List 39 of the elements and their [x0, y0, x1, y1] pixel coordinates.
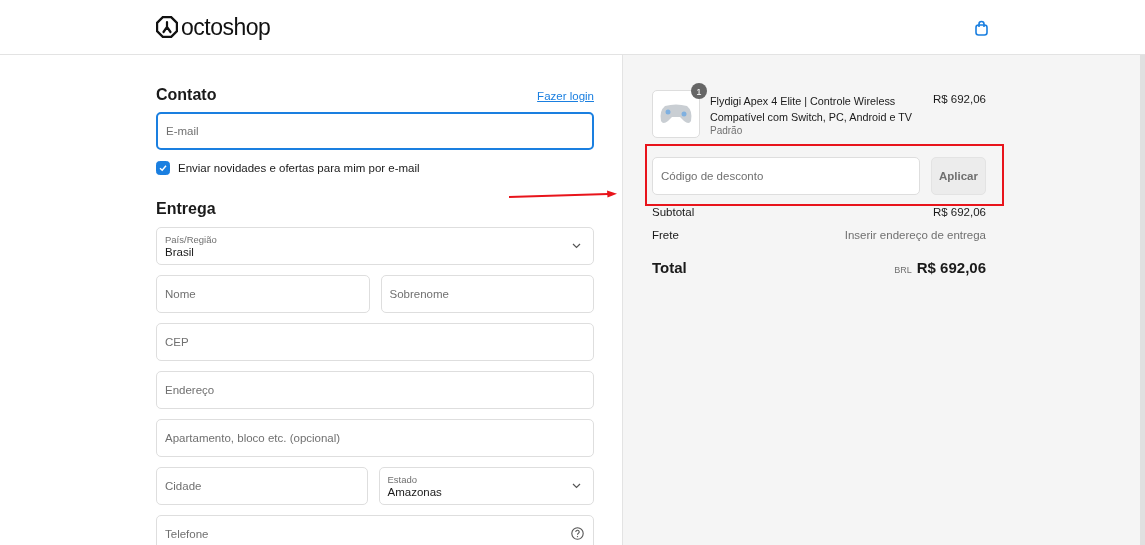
- help-icon[interactable]: [571, 527, 584, 540]
- input-field[interactable]: CEP: [156, 323, 594, 361]
- select-field[interactable]: Estado Amazonas: [378, 467, 594, 505]
- checkbox[interactable]: [156, 161, 170, 175]
- field-label: País/Região: [165, 233, 217, 245]
- section-heading: Contato: [156, 86, 217, 104]
- input-field[interactable]: Cidade: [156, 467, 368, 505]
- section-heading: Entrega: [156, 200, 217, 218]
- field-value: Amazonas: [387, 484, 442, 499]
- chevron-down-icon: [572, 243, 581, 249]
- field-label: Estado: [387, 473, 419, 485]
- input-field[interactable]: Nome: [156, 275, 370, 313]
- quantity-badge: 1: [691, 83, 707, 99]
- input-field[interactable]: Telefone: [156, 515, 594, 545]
- product-name: Flydigi Apex 4 Elite | Controle Wireless Compatível com Switch, PC, Android e TV: [710, 94, 914, 125]
- chevron-down-icon: [572, 483, 581, 489]
- discount-code-field[interactable]: Código de desconto: [652, 157, 920, 195]
- summary-label: Subtotal: [652, 206, 695, 218]
- email-field[interactable]: E-mail: [156, 112, 594, 150]
- input-field[interactable]: Endereço: [156, 371, 594, 409]
- product-price: R$ 692,06: [932, 92, 986, 105]
- summary-value: Inserir endereço de entrega: [844, 229, 986, 241]
- gamepad-icon: [659, 103, 693, 125]
- logo-text: octoshop: [181, 13, 271, 41]
- input-field[interactable]: Sobrenome: [380, 275, 594, 313]
- logo-icon: [156, 16, 178, 38]
- summary-label: Frete: [652, 229, 679, 241]
- checkbox-label: Enviar novidades e ofertas para mim por e-mail: [178, 162, 420, 174]
- login-link[interactable]: Fazer login: [537, 90, 594, 102]
- field-value: Brasil: [165, 245, 195, 259]
- total-label: Total: [652, 259, 687, 276]
- apply-button[interactable]: Aplicar: [931, 157, 986, 195]
- shopping-bag-icon[interactable]: [975, 20, 988, 36]
- select-field[interactable]: País/Região Brasil: [156, 227, 594, 265]
- product-variant: Padrão: [710, 125, 744, 136]
- currency-code: BRL: [894, 265, 912, 275]
- input-field[interactable]: Apartamento, bloco etc. (opcional): [156, 419, 594, 457]
- summary-value: R$ 692,06: [932, 206, 986, 218]
- total-value: R$ 692,06: [916, 259, 986, 276]
